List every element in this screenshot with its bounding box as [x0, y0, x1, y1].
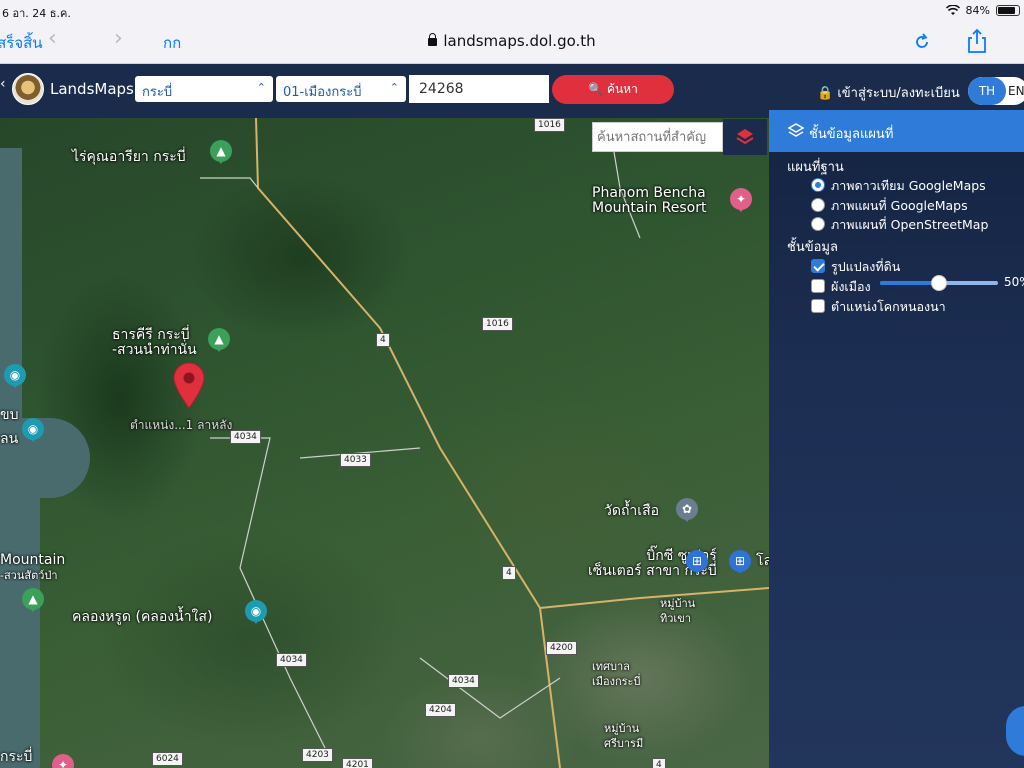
wifi-icon: [945, 5, 960, 15]
map-label-left-edge-2: ลน: [0, 431, 19, 447]
route-shield: 4: [376, 333, 390, 347]
hotel-icon[interactable]: ✦: [730, 188, 752, 212]
lock-icon: 🔒: [817, 86, 834, 101]
base-map-label-osm: ภาพแผนที่ OpenStreetMap: [831, 217, 989, 232]
park-icon[interactable]: ▲: [22, 588, 44, 612]
layer-label-parcel: รูปแปลงที่ดิน: [831, 259, 901, 274]
place-search-input[interactable]: [592, 122, 723, 152]
province-value: กระบี่: [142, 85, 173, 100]
map-label-municipality: เทศบาล เมืองกระบี่: [592, 660, 641, 688]
search-icon: 🔍: [588, 82, 604, 96]
language-toggle[interactable]: TH EN: [968, 77, 1024, 105]
route-shield: 4200: [546, 641, 577, 655]
route-shield: 4: [502, 566, 516, 580]
layer-label-cityplan: ผังเมือง: [831, 279, 871, 294]
ios-status-bar: 6 อา. 24 ธ.ค. 84%: [0, 0, 1024, 22]
shopping-cart-icon[interactable]: ⊞: [686, 550, 708, 574]
layers-icon: [787, 123, 805, 137]
base-map-label-satellite: ภาพดาวเทียม GoogleMaps: [831, 178, 986, 193]
map-label-park: ธารคีรี กระบี่ -สวนนำท่านั่น: [112, 327, 197, 358]
camera-icon[interactable]: ◉: [245, 600, 267, 624]
layer-checkbox-parcel[interactable]: [811, 259, 825, 273]
lang-th-button[interactable]: TH: [968, 77, 1006, 105]
map-label-pin: ตำแหน่ง...1 ลาหลัง: [130, 418, 233, 432]
route-shield: 4034: [230, 430, 261, 444]
park-icon[interactable]: ▲: [208, 328, 230, 352]
layers-panel: ชั้นข้อมูลแผนที่ แผนที่ฐาน ภาพดาวเทียม G…: [769, 110, 1024, 768]
layer-checkbox-khoknongna[interactable]: [811, 299, 825, 313]
lang-en-button[interactable]: EN: [1008, 77, 1024, 105]
share-icon[interactable]: [966, 28, 988, 54]
base-map-label-googlemaps: ภาพแผนที่ GoogleMaps: [831, 198, 968, 213]
battery-percent: 84%: [965, 4, 990, 17]
browser-toolbar: เสร็จสิ้น ‹ › กก landsmaps.dol.go.th: [0, 22, 1024, 64]
map-label-farm: ไร่คุณอารียา กระบี่: [72, 149, 186, 165]
route-shield: 4033: [340, 453, 371, 467]
map-label-mountain: Mountain: [0, 552, 66, 568]
map-label-left-edge: ขบ: [0, 407, 19, 423]
map-label-village2: หมู่บ้าน ศรีบารมี: [604, 722, 644, 750]
data-layers-heading: ชั้นข้อมูล: [787, 240, 838, 255]
camera-icon[interactable]: ◉: [22, 418, 44, 442]
route-shield: 1016: [534, 118, 565, 132]
opacity-slider-handle[interactable]: [931, 275, 947, 291]
base-map-radio-googlemaps[interactable]: [811, 198, 825, 212]
dol-logo: [12, 73, 44, 105]
base-map-radio-satellite[interactable]: [811, 178, 825, 192]
status-time-date: 6 อา. 24 ธ.ค.: [2, 7, 71, 20]
route-shield: 4201: [342, 758, 373, 768]
battery-icon: [996, 5, 1020, 16]
province-select[interactable]: กระบี่ ⌃: [135, 76, 273, 102]
map-canvas[interactable]: 1016 1016 4 4034 4033 4 4200 4034 4034 4…: [0, 118, 769, 768]
layers-panel-header: ชั้นข้อมูลแผนที่: [769, 110, 1024, 152]
district-value: 01-เมืองกระบี่: [283, 85, 362, 100]
layer-label-khoknongna: ตำแหน่งโคกหนองนา: [831, 299, 946, 314]
layers-icon: [736, 129, 754, 145]
district-select[interactable]: 01-เมืองกระบี่ ⌃: [276, 76, 406, 102]
route-shield: 4203: [302, 748, 333, 762]
chevron-down-icon: ⌃: [389, 81, 399, 94]
layers-panel-title: ชั้นข้อมูลแผนที่: [809, 127, 894, 142]
map-label-village: หมู่บ้าน ทิวเขา: [660, 597, 696, 625]
address-bar[interactable]: landsmaps.dol.go.th: [0, 32, 1024, 50]
route-shield: 4: [652, 758, 666, 768]
temple-icon[interactable]: ✿: [676, 498, 698, 522]
shopping-cart-icon[interactable]: ⊞: [729, 550, 751, 574]
camera-icon[interactable]: ◉: [4, 364, 26, 388]
app-name: LandsMaps: [50, 80, 134, 98]
map-label-temple: วัดถ้ำเสือ: [604, 503, 660, 519]
chevron-down-icon: ⌃: [256, 81, 266, 94]
route-shield: 1016: [482, 317, 513, 331]
map-pin-icon[interactable]: [172, 362, 206, 410]
base-map-radio-osm[interactable]: [811, 217, 825, 231]
opacity-slider[interactable]: [880, 275, 998, 291]
parcel-number-input[interactable]: [409, 75, 549, 103]
layer-checkbox-cityplan[interactable]: [811, 279, 825, 293]
route-shield: 4034: [276, 653, 307, 667]
login-label: เข้าสู่ระบบ/ลงทะเบียน: [837, 86, 960, 101]
map-label-mountain-sub: -สวนสัตว์ป่า: [0, 569, 58, 582]
search-button-label: ค้นหา: [606, 82, 638, 96]
layers-button[interactable]: [723, 119, 767, 155]
map-label-krabi: กระบี่: [0, 749, 33, 765]
menu-icon[interactable]: ‹: [0, 76, 6, 92]
map-label-partial: โล: [756, 553, 769, 569]
map-label-resort: Phanom Bencha Mountain Resort: [592, 185, 707, 216]
park-icon[interactable]: ▲: [210, 140, 232, 164]
route-shield: 4204: [425, 703, 456, 717]
url-text: landsmaps.dol.go.th: [443, 32, 596, 50]
reload-icon[interactable]: [912, 32, 932, 52]
route-shield: 4034: [448, 674, 479, 688]
route-shield: 6024: [152, 752, 183, 766]
opacity-value: 50%: [1004, 275, 1024, 289]
map-label-canal: คลองหรูด (คลองน้ำใส): [72, 609, 213, 625]
lock-icon: [428, 33, 438, 46]
login-link[interactable]: 🔒 เข้าสู่ระบบ/ลงทะเบียน: [817, 82, 960, 103]
base-map-heading: แผนที่ฐาน: [787, 160, 844, 175]
search-button[interactable]: 🔍 ค้นหา: [552, 75, 674, 104]
